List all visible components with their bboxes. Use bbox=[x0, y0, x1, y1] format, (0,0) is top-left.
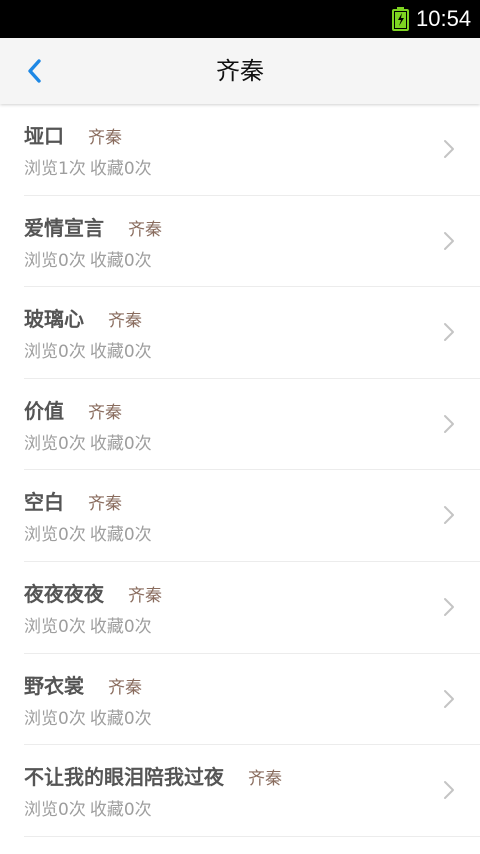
chevron-right-icon bbox=[444, 140, 454, 158]
view-count: 浏览0次 bbox=[24, 708, 86, 729]
page-title: 齐秦 bbox=[216, 57, 264, 85]
status-time: 10:54 bbox=[416, 6, 472, 31]
chevron-right-icon bbox=[444, 506, 454, 525]
app-bar: 齐秦 bbox=[0, 38, 480, 104]
song-artist: 齐秦 bbox=[128, 219, 162, 240]
view-count: 浏览0次 bbox=[24, 800, 86, 821]
song-title: 空白 bbox=[24, 490, 64, 515]
back-button[interactable] bbox=[14, 50, 54, 92]
song-title: 野衣裳 bbox=[24, 673, 84, 698]
song-artist: 齐秦 bbox=[128, 585, 162, 606]
chevron-right-icon bbox=[444, 781, 454, 800]
song-row[interactable]: 夜夜夜夜 齐秦 浏览0次 收藏0次 bbox=[24, 562, 480, 654]
song-stats: 浏览0次 收藏0次 bbox=[24, 337, 152, 363]
chevron-right-icon bbox=[444, 231, 454, 250]
chevron-right-icon bbox=[444, 597, 454, 616]
favorite-count: 收藏0次 bbox=[89, 342, 152, 363]
view-count: 浏览0次 bbox=[24, 342, 86, 363]
song-stats: 浏览0次 收藏0次 bbox=[24, 612, 152, 637]
favorite-count: 收藏0次 bbox=[89, 525, 152, 546]
view-count: 浏览0次 bbox=[24, 433, 86, 454]
song-artist: 齐秦 bbox=[88, 128, 122, 148]
song-title: 价值 bbox=[24, 398, 64, 423]
song-stats: 浏览0次 收藏0次 bbox=[24, 520, 152, 546]
song-title: 垭口 bbox=[24, 124, 64, 148]
chevron-left-icon bbox=[28, 59, 41, 83]
song-stats: 浏览1次 收藏0次 bbox=[24, 154, 152, 179]
song-stats: 浏览0次 收藏0次 bbox=[24, 795, 152, 821]
song-artist: 齐秦 bbox=[108, 677, 142, 698]
song-title: 夜夜夜夜 bbox=[24, 581, 104, 606]
chevron-right-icon bbox=[444, 323, 454, 342]
song-row[interactable]: 玻璃心 齐秦 浏览0次 收藏0次 bbox=[24, 287, 480, 379]
song-list: 垭口 齐秦 浏览1次 收藏0次 爱情宣言 齐秦 浏览0次 收藏0次 玻璃心 齐秦 浏… bbox=[0, 104, 480, 837]
song-row[interactable]: 垭口 齐秦 浏览1次 收藏0次 bbox=[24, 104, 480, 196]
song-row[interactable]: 空白 齐秦 浏览0次 收藏0次 bbox=[24, 470, 480, 562]
favorite-count: 收藏0次 bbox=[89, 800, 152, 821]
song-row[interactable]: 爱情宣言 齐秦 浏览0次 收藏0次 bbox=[24, 196, 480, 288]
status-bar: 10:54 bbox=[0, 0, 480, 38]
view-count: 浏览0次 bbox=[24, 616, 86, 637]
song-title: 不让我的眼泪陪我过夜 bbox=[24, 765, 224, 790]
song-row[interactable]: 不让我的眼泪陪我过夜 齐秦 浏览0次 收藏0次 bbox=[24, 745, 480, 837]
song-artist: 齐秦 bbox=[88, 402, 122, 423]
song-artist: 齐秦 bbox=[108, 311, 142, 332]
view-count: 浏览0次 bbox=[24, 250, 86, 271]
favorite-count: 收藏0次 bbox=[89, 250, 152, 271]
favorite-count: 收藏0次 bbox=[89, 433, 152, 454]
song-artist: 齐秦 bbox=[248, 769, 282, 790]
chevron-right-icon bbox=[444, 689, 454, 708]
song-stats: 浏览0次 收藏0次 bbox=[24, 704, 152, 729]
battery-charging-icon bbox=[392, 7, 409, 31]
song-row[interactable]: 价值 齐秦 浏览0次 收藏0次 bbox=[24, 379, 480, 471]
favorite-count: 收藏0次 bbox=[89, 616, 152, 637]
song-artist: 齐秦 bbox=[88, 494, 122, 515]
view-count: 浏览1次 bbox=[24, 159, 86, 179]
song-stats: 浏览0次 收藏0次 bbox=[24, 429, 152, 454]
song-stats: 浏览0次 收藏0次 bbox=[24, 246, 152, 271]
favorite-count: 收藏0次 bbox=[89, 708, 152, 729]
chevron-right-icon bbox=[444, 414, 454, 433]
song-title: 爱情宣言 bbox=[24, 215, 104, 240]
view-count: 浏览0次 bbox=[24, 525, 86, 546]
song-row[interactable]: 野衣裳 齐秦 浏览0次 收藏0次 bbox=[24, 654, 480, 746]
favorite-count: 收藏0次 bbox=[89, 159, 152, 179]
song-title: 玻璃心 bbox=[24, 307, 84, 332]
